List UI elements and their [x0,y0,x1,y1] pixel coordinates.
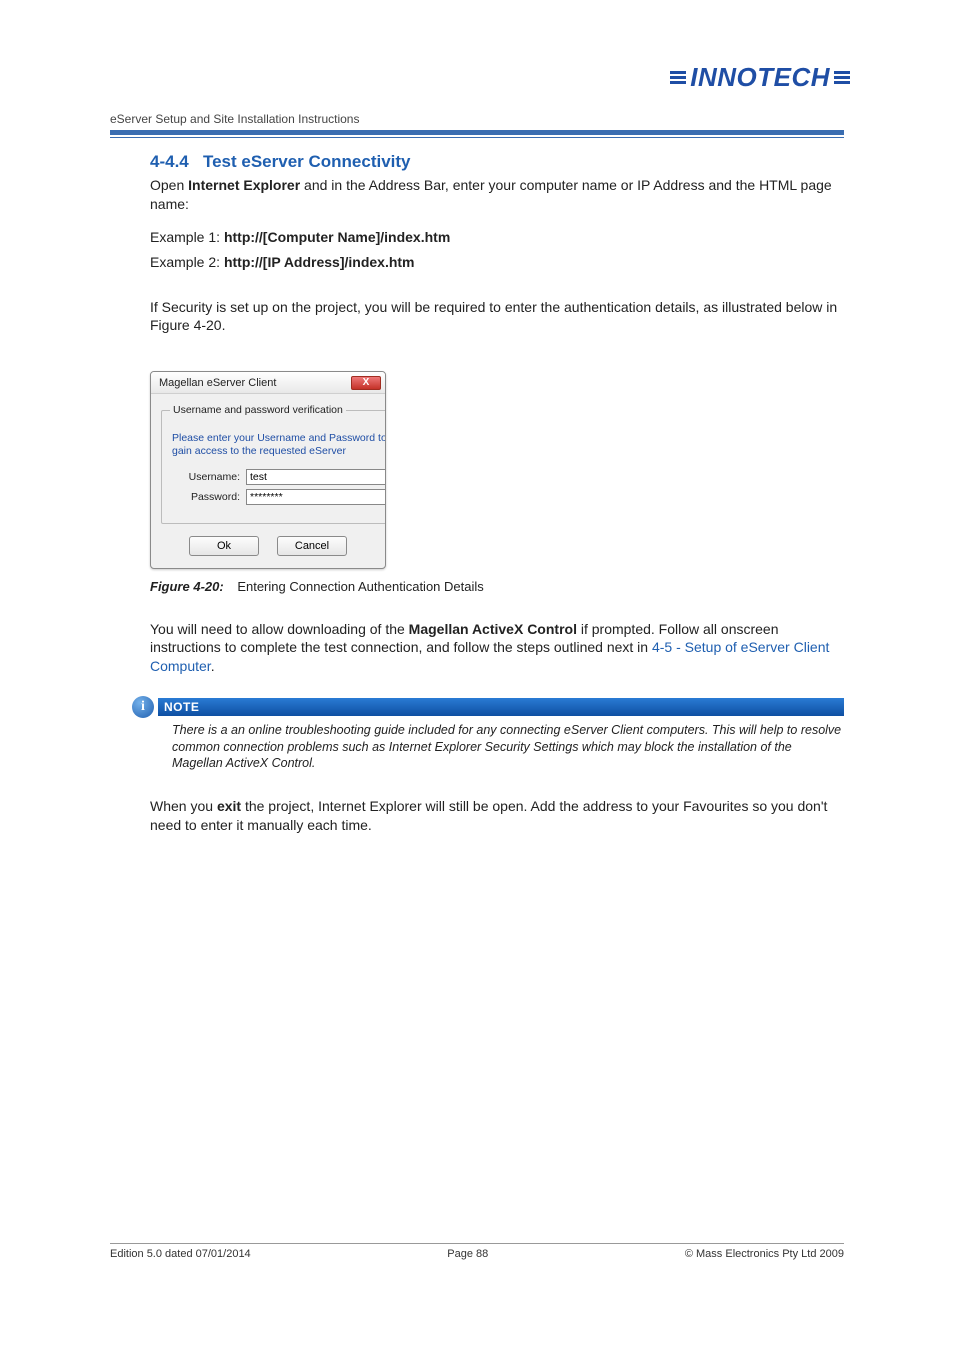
figure-caption: Figure 4-20: Entering Connection Authent… [150,579,844,594]
section-number: 4-4.4 [150,152,189,171]
example-1: Example 1: http://[Computer Name]/index.… [150,228,844,247]
security-paragraph: If Security is set up on the project, yo… [150,298,844,336]
dialog-title: Magellan eServer Client [159,377,276,389]
info-icon: i [132,696,154,718]
doc-title: eServer Setup and Site Installation Inst… [110,112,844,126]
brand-logo: INNOTECH [670,62,850,93]
dialog-titlebar: Magellan eServer Client X [151,372,385,394]
logo-bars-left-icon [670,71,686,84]
note-block: i NOTE There is a an online troubleshoot… [132,696,844,771]
password-input[interactable] [246,489,386,505]
section-title: Test eServer Connectivity [203,152,411,171]
username-input[interactable] [246,469,386,485]
rule-thick [110,130,844,135]
username-label: Username: [172,471,240,483]
rule-thin [110,137,844,138]
verification-group: Username and password verification Pleas… [161,404,386,523]
logo-bars-right-icon [834,71,850,84]
exit-paragraph: When you exit the project, Internet Expl… [150,797,844,835]
page-footer: Edition 5.0 dated 07/01/2014 Page 88 © M… [110,1243,844,1260]
intro-paragraph: Open Internet Explorer and in the Addres… [150,176,844,214]
footer-edition: Edition 5.0 dated 07/01/2014 [110,1248,251,1260]
example-2: Example 2: http://[IP Address]/index.htm [150,253,844,272]
cancel-button[interactable]: Cancel [277,536,347,556]
brand-name: INNOTECH [690,62,830,93]
ok-button[interactable]: Ok [189,536,259,556]
password-label: Password: [172,491,240,503]
section-heading: 4-4.4 Test eServer Connectivity [150,152,844,172]
footer-copyright: © Mass Electronics Pty Ltd 2009 [685,1248,844,1260]
footer-page: Page 88 [447,1248,488,1260]
group-message: Please enter your Username and Password … [172,432,386,458]
close-button[interactable]: X [351,376,381,390]
group-legend: Username and password verification [170,404,346,416]
note-bar: NOTE [158,698,844,716]
close-icon: X [363,378,370,388]
figure-label: Figure 4-20: [150,579,224,594]
auth-dialog: Magellan eServer Client X Username and p… [150,371,386,568]
activex-paragraph: You will need to allow downloading of th… [150,620,844,677]
note-label: NOTE [164,700,199,714]
figure-text: Entering Connection Authentication Detai… [237,579,483,594]
note-text: There is a an online troubleshooting gui… [158,722,844,771]
